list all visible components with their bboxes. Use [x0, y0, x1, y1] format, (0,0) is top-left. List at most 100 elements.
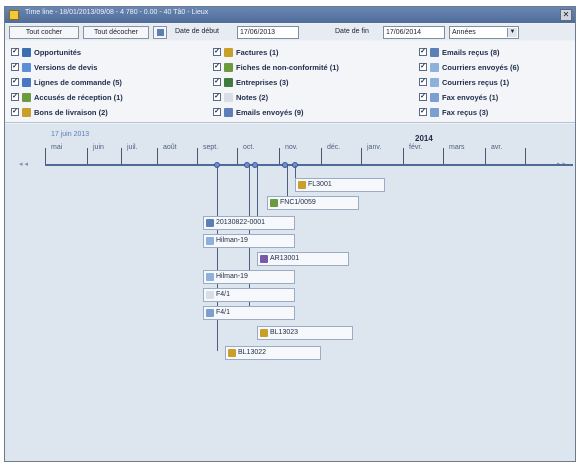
event-type-icon — [228, 349, 236, 357]
check-all-button[interactable]: Tout cocher — [9, 26, 79, 39]
filter-checkbox[interactable]: ✓ — [213, 108, 221, 116]
document-type-icon — [430, 93, 439, 102]
filter-label: Fax reçus (3) — [442, 108, 489, 117]
month-tick — [403, 148, 404, 164]
year-label: 2014 — [415, 134, 433, 143]
filter-checkbox[interactable]: ✓ — [419, 48, 427, 56]
end-date-label: Date de fin — [335, 28, 369, 35]
timeline-window: Time line - 18/01/2013/09/08 - 4 780 - 0… — [4, 6, 576, 462]
filter-label: Accusés de réception (1) — [34, 93, 123, 102]
filter-checkbox[interactable]: ✓ — [213, 78, 221, 86]
month-label: févr. — [409, 144, 423, 151]
current-date-label: 17 juin 2013 — [51, 131, 90, 138]
event-type-icon — [206, 291, 214, 299]
month-tick — [237, 148, 238, 164]
filter-checkbox[interactable]: ✓ — [419, 78, 427, 86]
filter-checkbox[interactable]: ✓ — [419, 63, 427, 71]
scale-select-value: Années — [452, 29, 476, 36]
end-date-field[interactable]: 17/06/2014 — [383, 26, 445, 39]
document-type-icon — [22, 108, 31, 117]
title-bar[interactable]: Time line - 18/01/2013/09/08 - 4 780 - 0… — [5, 7, 575, 23]
toolbar: Tout cocher Tout décocher Date de début … — [5, 24, 575, 40]
close-button[interactable]: ✕ — [560, 9, 572, 21]
filter-panel: ✓ Opportunités ✓ Versions de devis ✓ Lignes d… — [5, 41, 575, 123]
timeline-event[interactable]: F4/1 — [203, 306, 295, 320]
document-type-icon — [22, 48, 31, 57]
filter-label: Bons de livraison (2) — [34, 108, 108, 117]
document-type-icon — [430, 48, 439, 57]
month-tick — [87, 148, 88, 164]
timeline-event[interactable]: Hilman-19 — [203, 234, 295, 248]
chevron-down-icon[interactable]: ▼ — [507, 28, 517, 37]
event-label: BL13022 — [238, 349, 267, 356]
event-label: F4/1 — [216, 309, 231, 316]
timeline-event[interactable]: FNC1/0059 — [267, 196, 359, 210]
month-tick — [321, 148, 322, 164]
timeline-event[interactable]: BL13023 — [257, 326, 353, 340]
timeline-ruler: 17 juin 2013 2014 ◂ ◂ ▸ ▸ maijuinjuil.ao… — [5, 124, 575, 172]
filter-label: Factures (1) — [236, 48, 279, 57]
month-label: avr. — [491, 144, 503, 151]
timeline-event[interactable]: F4/1 — [203, 288, 295, 302]
filter-button[interactable] — [153, 26, 167, 39]
month-label: sept. — [203, 144, 219, 151]
app-icon — [9, 10, 19, 20]
filter-label: Lignes de commande (5) — [34, 78, 122, 87]
filter-checkbox[interactable]: ✓ — [213, 48, 221, 56]
month-tick — [121, 148, 122, 164]
filter-label: Entreprises (3) — [236, 78, 289, 87]
event-type-icon — [206, 273, 214, 281]
start-date-label: Date de début — [175, 28, 219, 35]
scroll-left-icon[interactable]: ◂ ◂ — [19, 160, 28, 168]
filter-checkbox[interactable]: ✓ — [11, 63, 19, 71]
event-stem — [217, 166, 218, 351]
document-type-icon — [22, 78, 31, 87]
filter-label: Versions de devis — [34, 63, 98, 72]
uncheck-all-button[interactable]: Tout décocher — [83, 26, 149, 39]
event-type-icon — [298, 181, 306, 189]
event-type-icon — [206, 309, 214, 317]
document-type-icon — [224, 78, 233, 87]
filter-label: Fax envoyés (1) — [442, 93, 499, 102]
timeline-view[interactable]: 17 juin 2013 2014 ◂ ◂ ▸ ▸ maijuinjuil.ao… — [5, 124, 575, 461]
month-label: déc. — [327, 144, 341, 151]
timeline-event[interactable]: 20130822-0001 — [203, 216, 295, 230]
month-tick — [45, 148, 46, 164]
month-tick — [279, 148, 280, 164]
filter-checkbox[interactable]: ✓ — [419, 108, 427, 116]
timeline-axis — [45, 164, 573, 166]
timeline-event[interactable]: FL3001 — [295, 178, 385, 192]
filter-label: Emails envoyés (9) — [236, 108, 304, 117]
month-tick — [197, 148, 198, 164]
start-date-field[interactable]: 17/06/2013 — [237, 26, 299, 39]
event-type-icon — [260, 329, 268, 337]
document-type-icon — [224, 48, 233, 57]
filter-label: Fiches de non-conformité (1) — [236, 63, 339, 72]
filter-label: Notes (2) — [236, 93, 269, 102]
event-label: Hilman-19 — [216, 273, 248, 280]
filter-label: Courriers reçus (1) — [442, 78, 510, 87]
event-label: FNC1/0059 — [280, 199, 316, 206]
document-type-icon — [430, 78, 439, 87]
timeline-event[interactable]: BL13022 — [225, 346, 321, 360]
timeline-event[interactable]: Hilman-19 — [203, 270, 295, 284]
filter-checkbox[interactable]: ✓ — [11, 78, 19, 86]
event-label: 20130822-0001 — [216, 219, 266, 226]
timeline-event[interactable]: AR13001 — [257, 252, 349, 266]
filter-checkbox[interactable]: ✓ — [213, 63, 221, 71]
month-label: oct. — [243, 144, 255, 151]
document-type-icon — [22, 63, 31, 72]
event-label: Hilman-19 — [216, 237, 248, 244]
event-type-icon — [260, 255, 268, 263]
scale-select[interactable]: Années ▼ — [449, 26, 519, 39]
filter-checkbox[interactable]: ✓ — [11, 108, 19, 116]
filter-checkbox[interactable]: ✓ — [11, 93, 19, 101]
month-label: nov. — [285, 144, 298, 151]
filter-checkbox[interactable]: ✓ — [419, 93, 427, 101]
event-label: F4/1 — [216, 291, 231, 298]
month-label: juin — [93, 144, 104, 151]
filter-checkbox[interactable]: ✓ — [213, 93, 221, 101]
month-label: août — [163, 144, 177, 151]
document-type-icon — [22, 93, 31, 102]
filter-checkbox[interactable]: ✓ — [11, 48, 19, 56]
